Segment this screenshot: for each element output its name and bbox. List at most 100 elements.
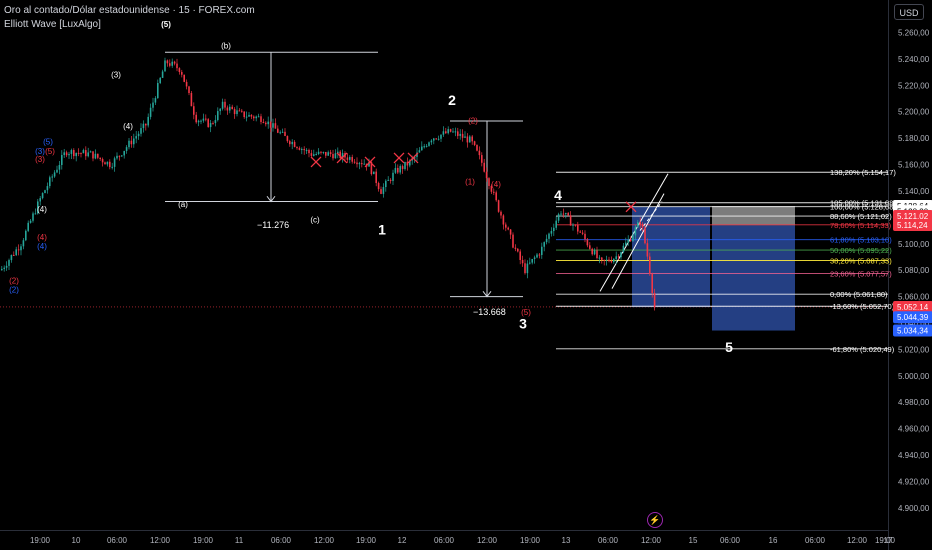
target-box-2 [712,225,795,331]
price-tick-label: 5.260,00 [898,29,930,38]
price-tick-label: 5.160,00 [898,161,930,170]
price-tick-label: 5.220,00 [898,81,930,90]
candle-body [241,110,243,112]
candle-body [113,158,116,167]
time-tick-label: 19:00 [356,536,377,545]
candle-body [401,166,404,169]
candle-body [250,114,253,117]
candle-body [327,152,329,156]
candle-body [541,246,543,255]
lightning-icon[interactable]: ⚡ [647,512,663,528]
candle-body [137,133,140,137]
currency-button[interactable]: USD [894,4,924,20]
price-tick-label: 4.960,00 [898,425,930,434]
candle-body [625,242,627,246]
candle-body [615,256,617,260]
candle-body [601,257,603,260]
candle-body [622,245,625,253]
candle-body [87,152,89,157]
candle-body [89,151,92,153]
candle-body [293,141,296,147]
candle-body [639,222,641,225]
fib-level-label: -13,60% (5.052,70) [830,302,895,311]
candle-body [495,192,497,201]
candle-body [353,161,356,163]
fib-level-label: 23,60% (5.077,57) [830,269,892,278]
candle-body [308,149,310,154]
candle-body [613,259,615,263]
candle-body [627,239,629,243]
time-tick-label: 12:00 [847,536,868,545]
time-tick-label: 13 [562,536,571,545]
price-chart[interactable]: 5.260,00 5.240,00 5.220,00 5.200,00 5.180,00… [0,0,932,550]
candle-body [217,111,219,121]
candle-body [34,213,37,215]
candle-body [77,152,80,154]
candle-body [649,256,651,274]
candle-body [202,118,205,121]
candle-body [589,245,591,249]
candle-body [560,213,562,215]
candle-body [65,152,68,156]
candle-body [500,211,502,216]
candle-body [212,123,214,125]
candle-body [233,109,236,115]
candle-body [178,68,181,73]
candle-body [161,71,164,78]
candle-body [298,148,301,150]
candle-body [284,131,286,137]
measurement-label: −11.276 [257,220,289,230]
candle-body [118,155,121,157]
candle-body [329,152,332,155]
candle-body [224,101,226,108]
candle-body [447,129,449,134]
candle-body [605,259,608,261]
candle-body [356,162,358,165]
candle-body [476,144,478,151]
candle-body [303,148,305,151]
price-tag-label: 5.114,24 [897,221,928,230]
candle-body [457,131,459,136]
candle-body [3,267,5,269]
candle-body [214,120,217,124]
candle-body [553,227,555,232]
candle-body [70,150,73,154]
candle-body [116,155,118,159]
candle-body [5,265,8,268]
cross-marker [310,156,322,168]
candle-body [25,230,27,241]
time-tick-label: 12:00 [314,536,335,545]
candle-body [442,131,445,135]
candle-body [169,63,171,66]
candle-body [361,163,363,165]
indicator-name[interactable]: Elliott Wave [LuxAlgo] [4,19,101,30]
candle-body [20,246,22,251]
candle-body [536,254,538,258]
candle-body [109,161,111,168]
candle-body [608,259,610,262]
candle-body [514,247,517,249]
candle-body [430,140,433,143]
candle-body [471,136,473,142]
candle-body [320,151,322,153]
candle-body [517,248,519,252]
candle-body [17,249,20,251]
candle-body [219,108,221,112]
candle-body [130,140,133,145]
candle-body [190,93,193,107]
time-tick-label: 06:00 [434,536,455,545]
candle-body [279,132,281,134]
candle-body [176,63,178,69]
candle-body [524,263,526,274]
candle-body [27,222,29,231]
price-tick-label: 5.020,00 [898,345,930,354]
candle-body [200,120,202,122]
candle-body [229,106,231,111]
candle-body [317,151,320,155]
symbol-title: Oro al contado/Dólar estadounidense · 15… [4,5,255,16]
candle-body [80,153,82,155]
candle-body [245,116,248,118]
candle-body [610,261,613,263]
candle-body [519,251,521,260]
time-tick-label: 06:00 [720,536,741,545]
